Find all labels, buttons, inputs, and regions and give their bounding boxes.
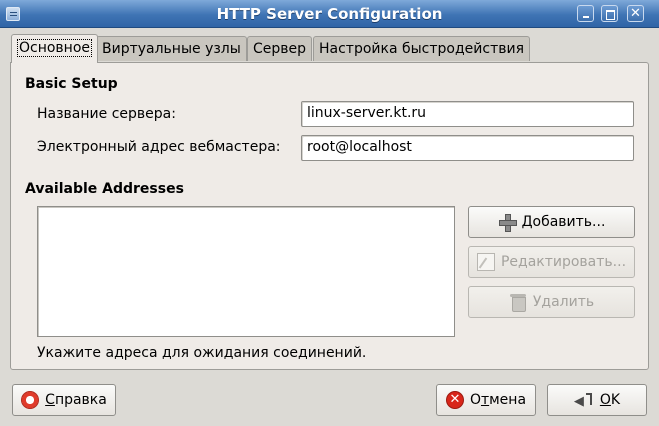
server-name-field[interactable]: linux-server.kt.ru xyxy=(301,101,634,127)
basic-setup-heading: Basic Setup xyxy=(25,76,118,92)
tab-performance-label: Настройка быстродействия xyxy=(319,41,525,57)
delete-address-label: Удалить xyxy=(532,294,595,310)
maximize-icon[interactable] xyxy=(601,5,618,22)
help-button[interactable]: Справка xyxy=(12,384,116,416)
tab-main-label: Основное xyxy=(17,39,93,57)
enter-arrow-icon xyxy=(574,391,594,409)
cancel-label: Отмена xyxy=(469,392,527,408)
tab-virtual-hosts-label: Виртуальные узлы xyxy=(102,41,241,57)
addresses-hint: Укажите адреса для ожидания соединений. xyxy=(37,345,367,361)
cancel-button[interactable]: ✕ Отмена xyxy=(436,384,536,416)
ok-button[interactable]: OK xyxy=(547,384,647,416)
trash-icon xyxy=(509,293,527,312)
title-bar[interactable]: HTTP Server Configuration ✕ xyxy=(0,0,659,28)
tab-performance[interactable]: Настройка быстродействия xyxy=(313,36,531,61)
edit-address-button[interactable]: Редактировать... xyxy=(468,246,635,278)
tab-panel-main: Basic Setup Название сервера: linux-serv… xyxy=(10,62,649,370)
minimize-icon[interactable] xyxy=(577,5,594,22)
edit-icon xyxy=(476,253,495,271)
available-addresses-heading: Available Addresses xyxy=(25,181,184,197)
window-title: HTTP Server Configuration xyxy=(216,5,443,23)
add-address-button[interactable]: Добавить... xyxy=(468,206,635,238)
delete-address-button[interactable]: Удалить xyxy=(468,286,635,318)
lifebuoy-icon xyxy=(21,391,40,409)
tab-virtual-hosts[interactable]: Виртуальные узлы xyxy=(96,36,247,61)
webmaster-email-label: Электронный адрес вебмастера: xyxy=(37,139,281,155)
addresses-list[interactable] xyxy=(37,206,455,337)
close-icon[interactable]: ✕ xyxy=(627,5,644,22)
cancel-icon: ✕ xyxy=(445,391,464,409)
edit-address-label: Редактировать... xyxy=(500,254,627,270)
tab-main[interactable]: Основное xyxy=(11,34,99,63)
ok-label: OK xyxy=(599,392,621,408)
help-label: Справка xyxy=(45,392,107,408)
plus-icon xyxy=(498,213,517,232)
tab-server[interactable]: Сервер xyxy=(247,36,313,61)
tab-server-label: Сервер xyxy=(253,41,307,57)
add-address-label: Добавить... xyxy=(521,214,606,230)
webmaster-email-field[interactable]: root@localhost xyxy=(301,135,634,161)
server-name-label: Название сервера: xyxy=(37,106,176,122)
